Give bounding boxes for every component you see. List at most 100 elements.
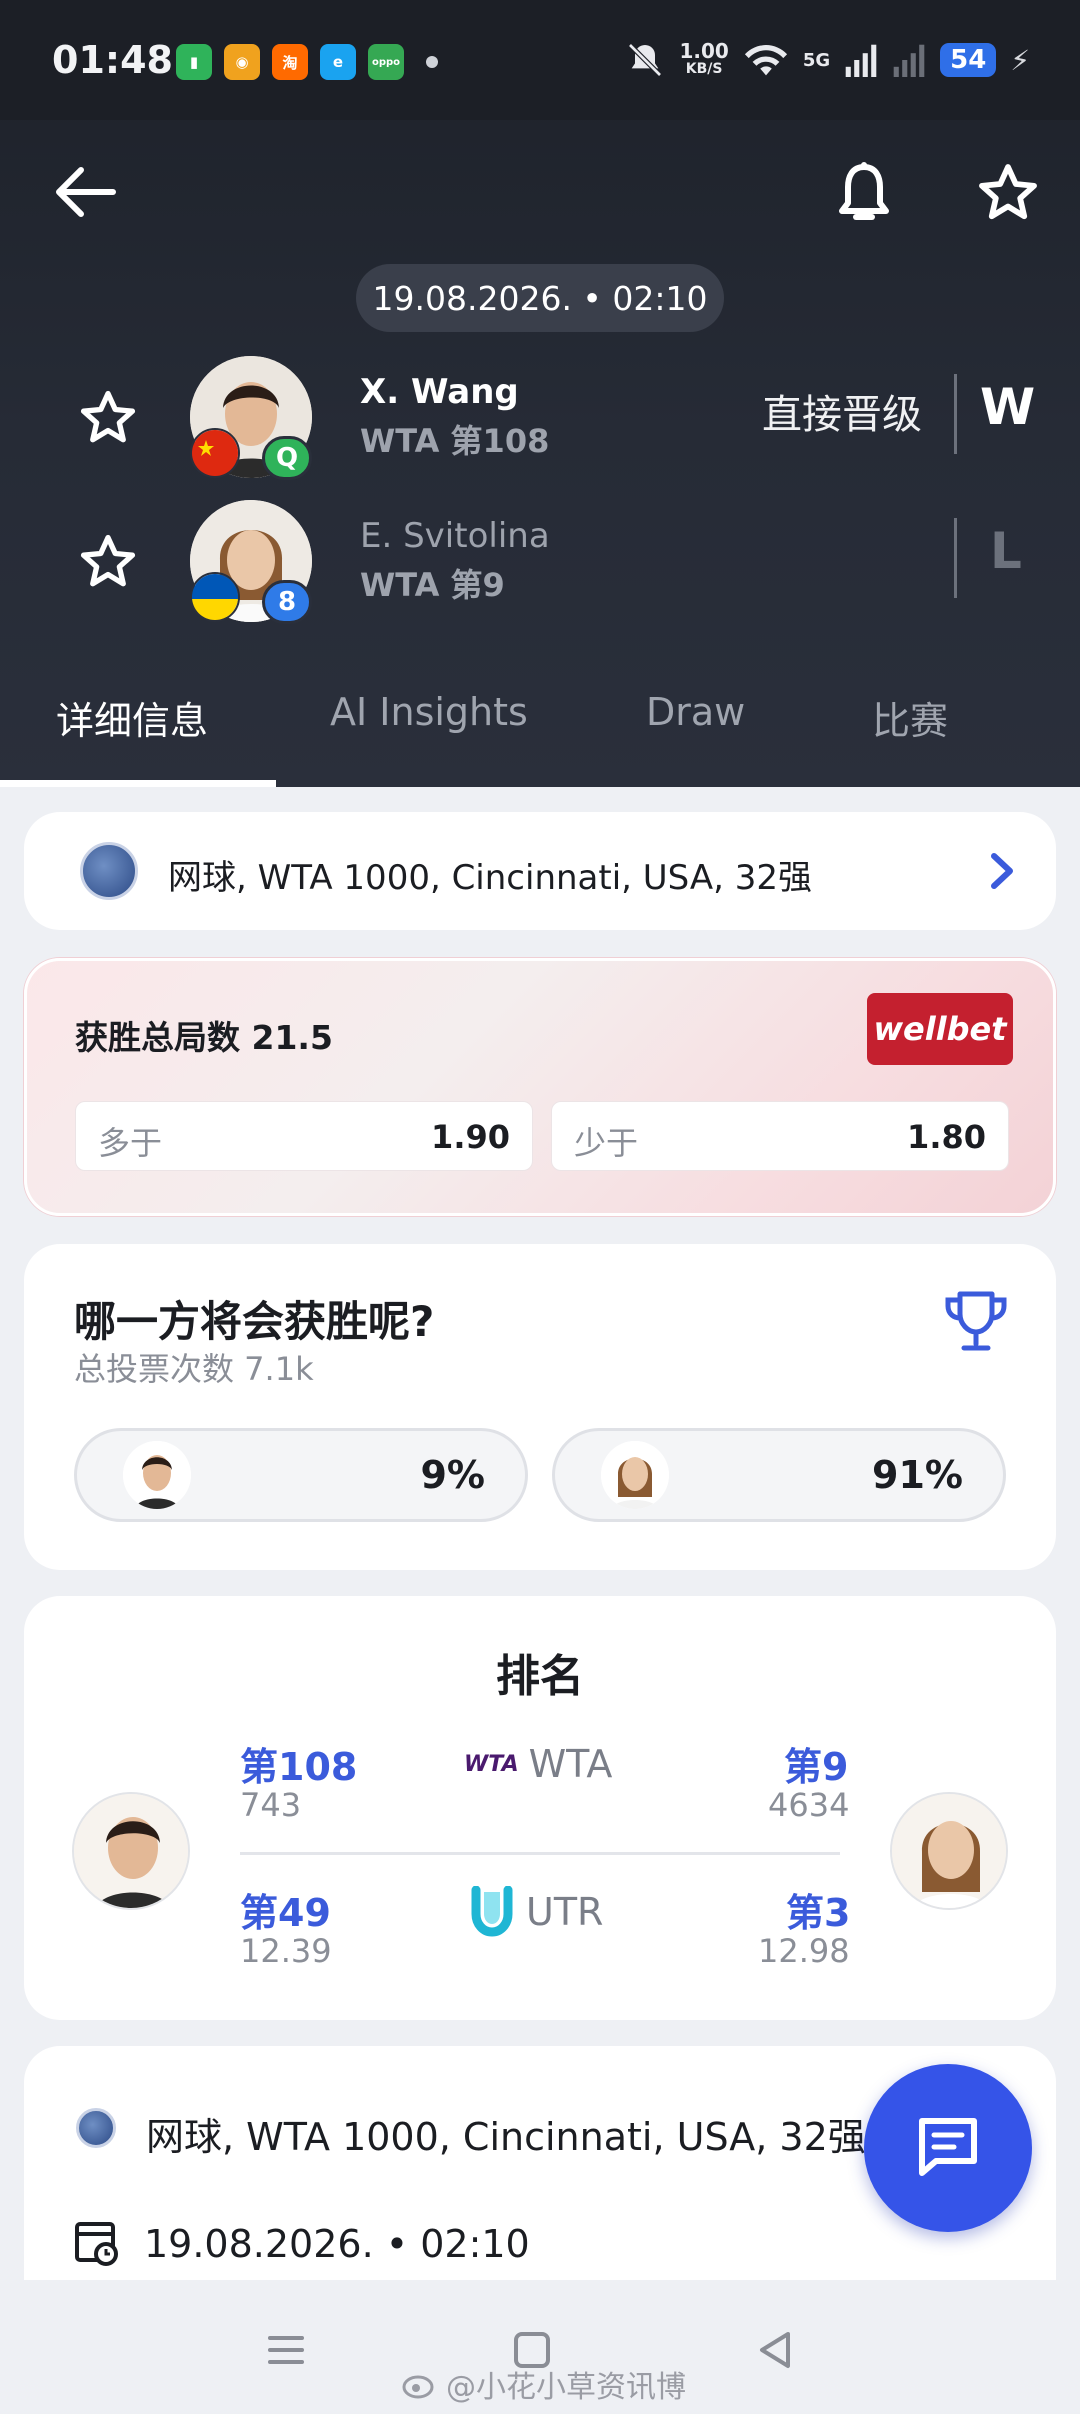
back-button[interactable]	[42, 158, 126, 226]
vote-percent: 9%	[420, 1453, 485, 1497]
ranking-title: 排名	[496, 1651, 584, 1702]
wta-label: WTA	[528, 1742, 613, 1786]
odds-under-value: 1.80	[907, 1118, 986, 1156]
battery-level: 54	[940, 43, 997, 77]
match-datetime-pill: 19.08.2026. • 02:10	[356, 264, 724, 332]
favorite-player-button[interactable]	[70, 526, 146, 596]
star-icon	[80, 534, 136, 587]
player-name: E. Svitolina	[360, 516, 550, 556]
watermark: @小花小草资讯博	[402, 2362, 686, 2406]
trophy-icon	[945, 1291, 1007, 1351]
china-flag-icon	[190, 428, 240, 478]
tab-draw[interactable]: Draw	[646, 690, 745, 787]
info-datetime: 19.08.2026. • 02:10	[144, 2222, 530, 2266]
tournament-label: 网球, WTA 1000, Cincinnati, USA, 32强	[168, 858, 813, 898]
player-rank: WTA 第9	[360, 566, 505, 604]
chat-icon	[919, 2118, 977, 2176]
signal-icon	[845, 44, 877, 77]
divider	[954, 374, 957, 454]
favorite-player-button[interactable]	[70, 382, 146, 452]
more-notifications-dot	[426, 56, 438, 68]
favorite-match-button[interactable]	[968, 152, 1048, 232]
menu-icon[interactable]	[256, 2320, 316, 2380]
status-time: 01:48	[52, 38, 173, 82]
odds-card: 获胜总局数 21.5 wellbet 多于 1.90 少于 1.80	[24, 958, 1056, 1216]
vote-player-1-button[interactable]: 9%	[74, 1428, 528, 1522]
player-status: 直接晋级	[762, 392, 922, 438]
vote-question: 哪一方将会获胜呢?	[74, 1297, 435, 1346]
qualifier-badge: Q	[262, 436, 312, 480]
charging-icon: ⚡	[1010, 43, 1030, 77]
right-wta-points: 4634	[768, 1786, 850, 1824]
odds-under-label: 少于	[574, 1124, 639, 1162]
oppo-app-icon: oppo	[368, 44, 404, 80]
left-wta-rank: 第108	[240, 1745, 358, 1789]
player-1-avatar[interactable]	[72, 1792, 190, 1910]
tab-ai-insights[interactable]: AI Insights	[330, 690, 528, 787]
browser-app-icon: e	[320, 44, 356, 80]
match-header: 01:48 ▮ ◉ 淘 e oppo 1.00 KB/S 5G 54 ⚡ 19.0…	[0, 0, 1080, 787]
vote-percent: 91%	[872, 1453, 963, 1497]
battery-saver-app-icon: ▮	[176, 44, 212, 80]
vote-total: 总投票次数 7.1k	[74, 1350, 314, 1388]
right-utr-rank: 第3	[786, 1891, 851, 1935]
left-utr-value: 12.39	[240, 1932, 332, 1970]
tournament-card[interactable]: 网球, WTA 1000, Cincinnati, USA, 32强	[24, 812, 1056, 930]
odds-title: 获胜总局数 21.5	[75, 1018, 333, 1057]
calendar-clock-icon	[75, 2222, 118, 2266]
match-result: L	[990, 522, 1022, 580]
vote-card: 哪一方将会获胜呢? 总投票次数 7.1k 9% 91%	[24, 1244, 1056, 1570]
player-row-2[interactable]: 8 E. Svitolina WTA 第9 L	[0, 496, 1080, 626]
mute-bell-icon	[628, 43, 663, 77]
watermark-text: @小花小草资讯博	[446, 2370, 686, 2405]
chevron-right-icon	[991, 853, 1013, 889]
odds-under-button[interactable]: 少于 1.80	[551, 1101, 1009, 1171]
seed-badge: 8	[262, 580, 312, 624]
player-2-avatar[interactable]	[890, 1792, 1008, 1910]
wifi-icon	[744, 45, 787, 76]
wta-logo: WTA	[464, 1751, 519, 1777]
bell-icon	[839, 162, 889, 220]
odds-over-button[interactable]: 多于 1.90	[75, 1101, 533, 1171]
bookmaker-logo[interactable]: wellbet	[867, 993, 1013, 1065]
left-wta-points: 743	[240, 1786, 302, 1824]
player-avatar	[601, 1441, 669, 1509]
utr-label-group: UTR	[468, 1886, 603, 1938]
tab-matches[interactable]: 比赛	[872, 690, 948, 787]
utr-logo-icon	[471, 1886, 513, 1937]
ranking-card: 排名 第108 743 WTA WTA 第9 4634 第49 12.39 UT…	[24, 1596, 1056, 2020]
taobao-app-icon: 淘	[272, 44, 308, 80]
divider	[240, 1852, 840, 1855]
status-right: 1.00 KB/S 5G 54 ⚡	[625, 40, 1030, 80]
tab-bar: 详细信息 AI Insights Draw 比赛	[0, 690, 1080, 787]
network-speed: 1.00 KB/S	[679, 39, 729, 77]
weibo-app-icon: ◉	[224, 44, 260, 80]
player-avatar	[123, 1441, 191, 1509]
network-type: 5G	[802, 49, 831, 71]
wta-label-group: WTA WTA	[464, 1742, 612, 1786]
chat-fab-button[interactable]	[864, 2064, 1032, 2232]
player-rank: WTA 第108	[360, 422, 550, 460]
odds-over-value: 1.90	[431, 1118, 510, 1156]
match-result: W	[980, 378, 1036, 436]
utr-label: UTR	[526, 1890, 604, 1934]
status-bar: 01:48 ▮ ◉ 淘 e oppo 1.00 KB/S 5G 54 ⚡	[0, 0, 1080, 120]
arrow-left-icon	[56, 167, 116, 217]
back-triangle-icon[interactable]	[746, 2320, 806, 2380]
tab-details[interactable]: 详细信息	[56, 690, 208, 787]
globe-icon	[80, 842, 138, 900]
weibo-icon	[402, 2375, 434, 2399]
info-tournament[interactable]: 网球, WTA 1000, Cincinnati, USA, 32强	[146, 2106, 866, 2161]
player-row-1[interactable]: Q X. Wang WTA 第108 直接晋级 W	[0, 352, 1080, 482]
signal-empty-icon	[893, 44, 925, 77]
star-icon	[80, 390, 136, 443]
ukraine-flag-icon	[190, 572, 240, 622]
notifications-button[interactable]	[828, 152, 900, 232]
vote-player-2-button[interactable]: 91%	[552, 1428, 1006, 1522]
odds-over-label: 多于	[98, 1124, 163, 1162]
right-wta-rank: 第9	[784, 1745, 849, 1789]
player-name: X. Wang	[360, 372, 519, 412]
globe-icon	[76, 2108, 116, 2148]
right-utr-value: 12.98	[758, 1932, 850, 1970]
notification-icons: ▮ ◉ 淘 e oppo	[176, 44, 438, 80]
